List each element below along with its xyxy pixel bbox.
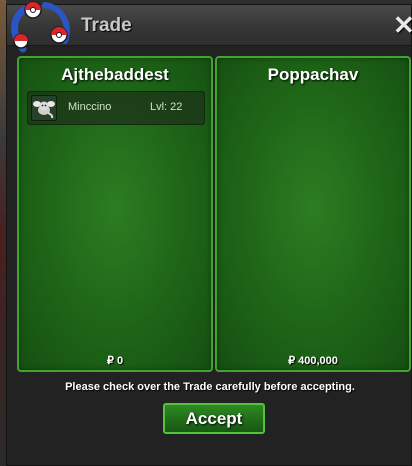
trade-item-slot[interactable]: Minccino Lvl: 22 xyxy=(27,91,205,125)
close-icon[interactable]: ✕ xyxy=(393,11,412,39)
left-money-amount: ₽ 0 xyxy=(106,355,124,367)
left-player-name: Ajthebaddest xyxy=(61,65,169,84)
title-bar[interactable]: Trade ✕ xyxy=(7,1,412,53)
window-title: Trade xyxy=(81,15,132,36)
right-player-name: Poppachav xyxy=(267,65,359,84)
left-trade-panel: Ajthebaddest Minccino Lvl: 22 ₽ 0 xyxy=(17,56,213,372)
right-money-amount: ₽ 400,000 xyxy=(288,355,338,367)
pokeball-logo-icon xyxy=(11,1,70,53)
pokemon-name: Minccino xyxy=(68,101,112,113)
right-trade-panel: Poppachav ₽ 400,000 xyxy=(215,56,411,372)
minccino-icon xyxy=(31,95,57,121)
trade-window: Trade ✕ Ajthebaddest Minccino Lvl: 22 ₽ … xyxy=(6,1,412,466)
trade-notice: Please check over the Trade carefully be… xyxy=(65,381,355,393)
accept-button[interactable]: Accept xyxy=(163,403,265,434)
pokemon-level: Lvl: 22 xyxy=(150,101,183,113)
